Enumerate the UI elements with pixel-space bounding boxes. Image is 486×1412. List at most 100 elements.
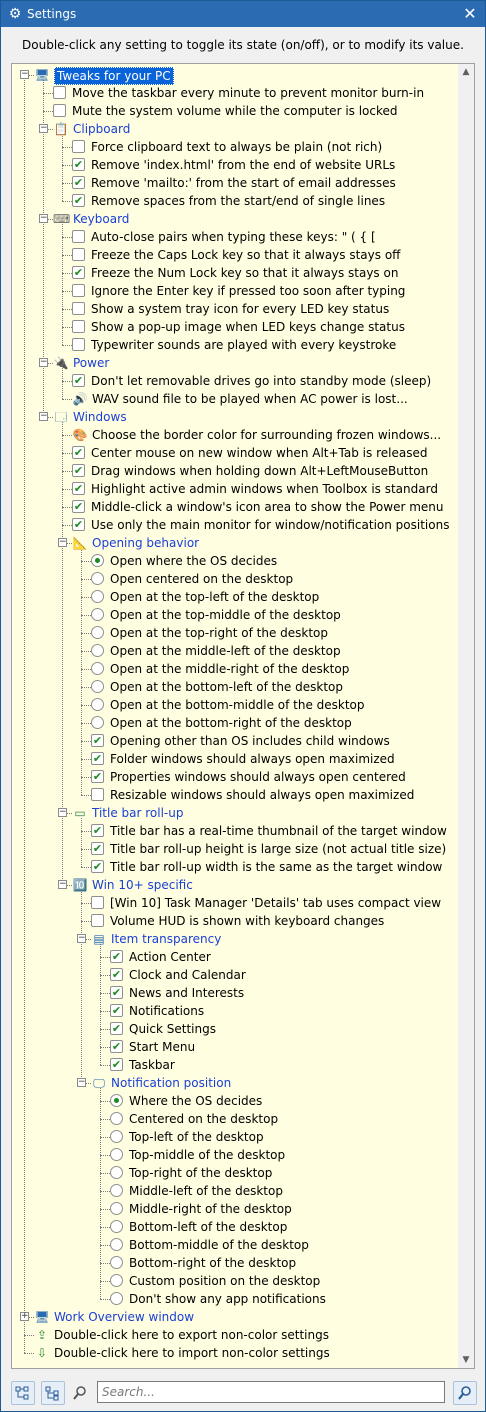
tree-item-open-at-the-top-right-of-the-desktop[interactable]: Open at the top-right of the desktop — [12, 624, 458, 642]
tree-item-mute-the-system-volume-while-the-compute[interactable]: Mute the system volume while the compute… — [12, 102, 458, 120]
tree-item-title-bar-roll-up-height-is-large-size-n[interactable]: ✔ Title bar roll-up height is large size … — [12, 840, 458, 858]
checkbox-checked[interactable]: ✔ — [72, 158, 85, 171]
checkbox-checked[interactable]: ✔ — [110, 968, 123, 981]
checkbox-checked[interactable]: ✔ — [91, 860, 104, 873]
collapse-toggle-icon[interactable]: − — [39, 124, 48, 133]
tree-item-top-right-of-the-desktop[interactable]: Top-right of the desktop — [12, 1164, 458, 1182]
checkbox-checked[interactable]: ✔ — [110, 1004, 123, 1017]
tree-category-tweaks-for-your-pc[interactable]: − 🖥 Tweaks for your PC — [12, 66, 458, 85]
checkbox-checked[interactable]: ✔ — [72, 500, 85, 513]
tree-item-volume-hud-is-shown-with-keyboard-change[interactable]: Volume HUD is shown with keyboard change… — [12, 912, 458, 930]
tree-item-freeze-the-num-lock-key-so-that-it-alway[interactable]: ✔ Freeze the Num Lock key so that it alwa… — [12, 264, 458, 282]
checkbox-checked[interactable]: ✔ — [72, 446, 85, 459]
tree-item-resizable-windows-should-always-open-max[interactable]: Resizable windows should always open max… — [12, 786, 458, 804]
checkbox-unchecked[interactable] — [91, 788, 104, 801]
checkbox-unchecked[interactable] — [72, 302, 85, 315]
tree-item-freeze-the-caps-lock-key-so-that-it-alwa[interactable]: Freeze the Caps Lock key so that it alwa… — [12, 246, 458, 264]
collapse-toggle-icon[interactable]: − — [58, 880, 67, 889]
tree-category-win-10-specific[interactable]: − 🔟 Win 10+ specific — [12, 876, 458, 894]
radio-unselected[interactable] — [91, 626, 104, 639]
tree-item-middle-left-of-the-desktop[interactable]: Middle-left of the desktop — [12, 1182, 458, 1200]
radio-unselected[interactable] — [91, 572, 104, 585]
tree-item-open-at-the-top-middle-of-the-desktop[interactable]: Open at the top-middle of the desktop — [12, 606, 458, 624]
collapse-toggle-icon[interactable]: − — [20, 70, 29, 79]
tree-item-notifications[interactable]: ✔ Notifications — [12, 1002, 458, 1020]
checkbox-checked[interactable]: ✔ — [91, 770, 104, 783]
tree-item-properties-windows-should-always-open-ce[interactable]: ✔ Properties windows should always open c… — [12, 768, 458, 786]
radio-unselected[interactable] — [110, 1130, 123, 1143]
tree-category-title-bar-roll-up[interactable]: − ▭ Title bar roll-up — [12, 804, 458, 822]
checkbox-checked[interactable]: ✔ — [72, 176, 85, 189]
radio-unselected[interactable] — [91, 590, 104, 603]
checkbox-unchecked[interactable] — [53, 86, 66, 99]
collapse-toggle-icon[interactable]: − — [58, 538, 67, 547]
collapse-tree-button[interactable] — [41, 1381, 65, 1405]
radio-unselected[interactable] — [110, 1292, 123, 1305]
collapse-toggle-icon[interactable]: − — [77, 1078, 86, 1087]
tree-item-typewriter-sounds-are-played-with-every-[interactable]: Typewriter sounds are played with every … — [12, 336, 458, 354]
tree-item-start-menu[interactable]: ✔ Start Menu — [12, 1038, 458, 1056]
tree-item-open-at-the-bottom-middle-of-the-desktop[interactable]: Open at the bottom-middle of the desktop — [12, 696, 458, 714]
radio-unselected[interactable] — [110, 1148, 123, 1161]
checkbox-unchecked[interactable] — [72, 284, 85, 297]
tree-item-remove-spaces-from-the-start-end-of-sing[interactable]: ✔ Remove spaces from the start/end of sin… — [12, 192, 458, 210]
tree-item-drag-windows-when-holding-down-alt-leftm[interactable]: ✔ Drag windows when holding down Alt+Left… — [12, 462, 458, 480]
tree-item-news-and-interests[interactable]: ✔ News and Interests — [12, 984, 458, 1002]
tree-item-choose-the-border-color-for-surrounding-[interactable]: 🎨 Choose the border color for surrounding… — [12, 426, 458, 444]
radio-unselected[interactable] — [110, 1184, 123, 1197]
radio-selected[interactable] — [110, 1094, 123, 1107]
tree-category-notification-position[interactable]: − 🖵 Notification position — [12, 1074, 458, 1092]
checkbox-checked[interactable]: ✔ — [72, 266, 85, 279]
checkbox-unchecked[interactable] — [53, 104, 66, 117]
tree-category-item-transparency[interactable]: − ▤ Item transparency — [12, 930, 458, 948]
checkbox-checked[interactable]: ✔ — [110, 986, 123, 999]
radio-selected[interactable] — [91, 554, 104, 567]
tree-item-action-center[interactable]: ✔ Action Center — [12, 948, 458, 966]
checkbox-unchecked[interactable] — [91, 896, 104, 909]
checkbox-checked[interactable]: ✔ — [91, 734, 104, 747]
tree-category-keyboard[interactable]: − ⌨ Keyboard — [12, 210, 458, 228]
radio-unselected[interactable] — [110, 1166, 123, 1179]
tree-item-clock-and-calendar[interactable]: ✔ Clock and Calendar — [12, 966, 458, 984]
tree-item-open-at-the-middle-left-of-the-desktop[interactable]: Open at the middle-left of the desktop — [12, 642, 458, 660]
settings-tree[interactable]: − 🖥 Tweaks for your PC Move the taskbar eve… — [11, 63, 475, 1369]
checkbox-checked[interactable]: ✔ — [110, 1022, 123, 1035]
checkbox-checked[interactable]: ✔ — [91, 752, 104, 765]
radio-unselected[interactable] — [110, 1238, 123, 1251]
tree-item-opening-other-than-os-includes-child-win[interactable]: ✔ Opening other than OS includes child wi… — [12, 732, 458, 750]
tree-item-middle-click-a-window-s-icon-area-to-sho[interactable]: ✔ Middle-click a window's icon area to sh… — [12, 498, 458, 516]
radio-unselected[interactable] — [110, 1112, 123, 1125]
tree-item-center-mouse-on-new-window-when-alt-tab-[interactable]: ✔ Center mouse on new window when Alt+Tab… — [12, 444, 458, 462]
collapse-toggle-icon[interactable]: − — [39, 358, 48, 367]
tree-item-remove-index-html-from-the-end-of-websit[interactable]: ✔ Remove 'index.html' from the end of web… — [12, 156, 458, 174]
checkbox-checked[interactable]: ✔ — [91, 842, 104, 855]
search-input[interactable] — [97, 1381, 445, 1403]
vertical-scrollbar[interactable]: ▲ ▼ — [458, 64, 474, 1368]
tree-item-force-clipboard-text-to-always-be-plain-[interactable]: Force clipboard text to always be plain … — [12, 138, 458, 156]
checkbox-unchecked[interactable] — [72, 230, 85, 243]
tree-item-centered-on-the-desktop[interactable]: Centered on the desktop — [12, 1110, 458, 1128]
collapse-toggle-icon[interactable]: − — [39, 412, 48, 421]
tree-item-open-at-the-bottom-right-of-the-desktop[interactable]: Open at the bottom-right of the desktop — [12, 714, 458, 732]
tree-item-custom-position-on-the-desktop[interactable]: Custom position on the desktop — [12, 1272, 458, 1290]
scroll-up-arrow-icon[interactable]: ▲ — [458, 64, 474, 80]
radio-unselected[interactable] — [110, 1256, 123, 1269]
checkbox-unchecked[interactable] — [72, 320, 85, 333]
tree-item-bottom-right-of-the-desktop[interactable]: Bottom-right of the desktop — [12, 1254, 458, 1272]
radio-unselected[interactable] — [91, 644, 104, 657]
checkbox-checked[interactable]: ✔ — [110, 950, 123, 963]
tree-item-quick-settings[interactable]: ✔ Quick Settings — [12, 1020, 458, 1038]
tree-item-bottom-left-of-the-desktop[interactable]: Bottom-left of the desktop — [12, 1218, 458, 1236]
radio-unselected[interactable] — [110, 1220, 123, 1233]
tree-item-taskbar[interactable]: ✔ Taskbar — [12, 1056, 458, 1074]
checkbox-checked[interactable]: ✔ — [72, 464, 85, 477]
expand-tree-button[interactable] — [11, 1381, 35, 1405]
tree-category-opening-behavior[interactable]: − 📐 Opening behavior — [12, 534, 458, 552]
tree-item-open-at-the-top-left-of-the-desktop[interactable]: Open at the top-left of the desktop — [12, 588, 458, 606]
checkbox-checked[interactable]: ✔ — [110, 1040, 123, 1053]
tree-item-show-a-pop-up-image-when-led-keys-change[interactable]: Show a pop-up image when LED keys change… — [12, 318, 458, 336]
checkbox-checked[interactable]: ✔ — [91, 824, 104, 837]
radio-unselected[interactable] — [91, 716, 104, 729]
tree-item-highlight-active-admin-windows-when-tool[interactable]: ✔ Highlight active admin windows when Too… — [12, 480, 458, 498]
tree-item-double-click-here-to-export-non-color-se[interactable]: ⇪ Double-click here to export non-color s… — [12, 1326, 458, 1344]
